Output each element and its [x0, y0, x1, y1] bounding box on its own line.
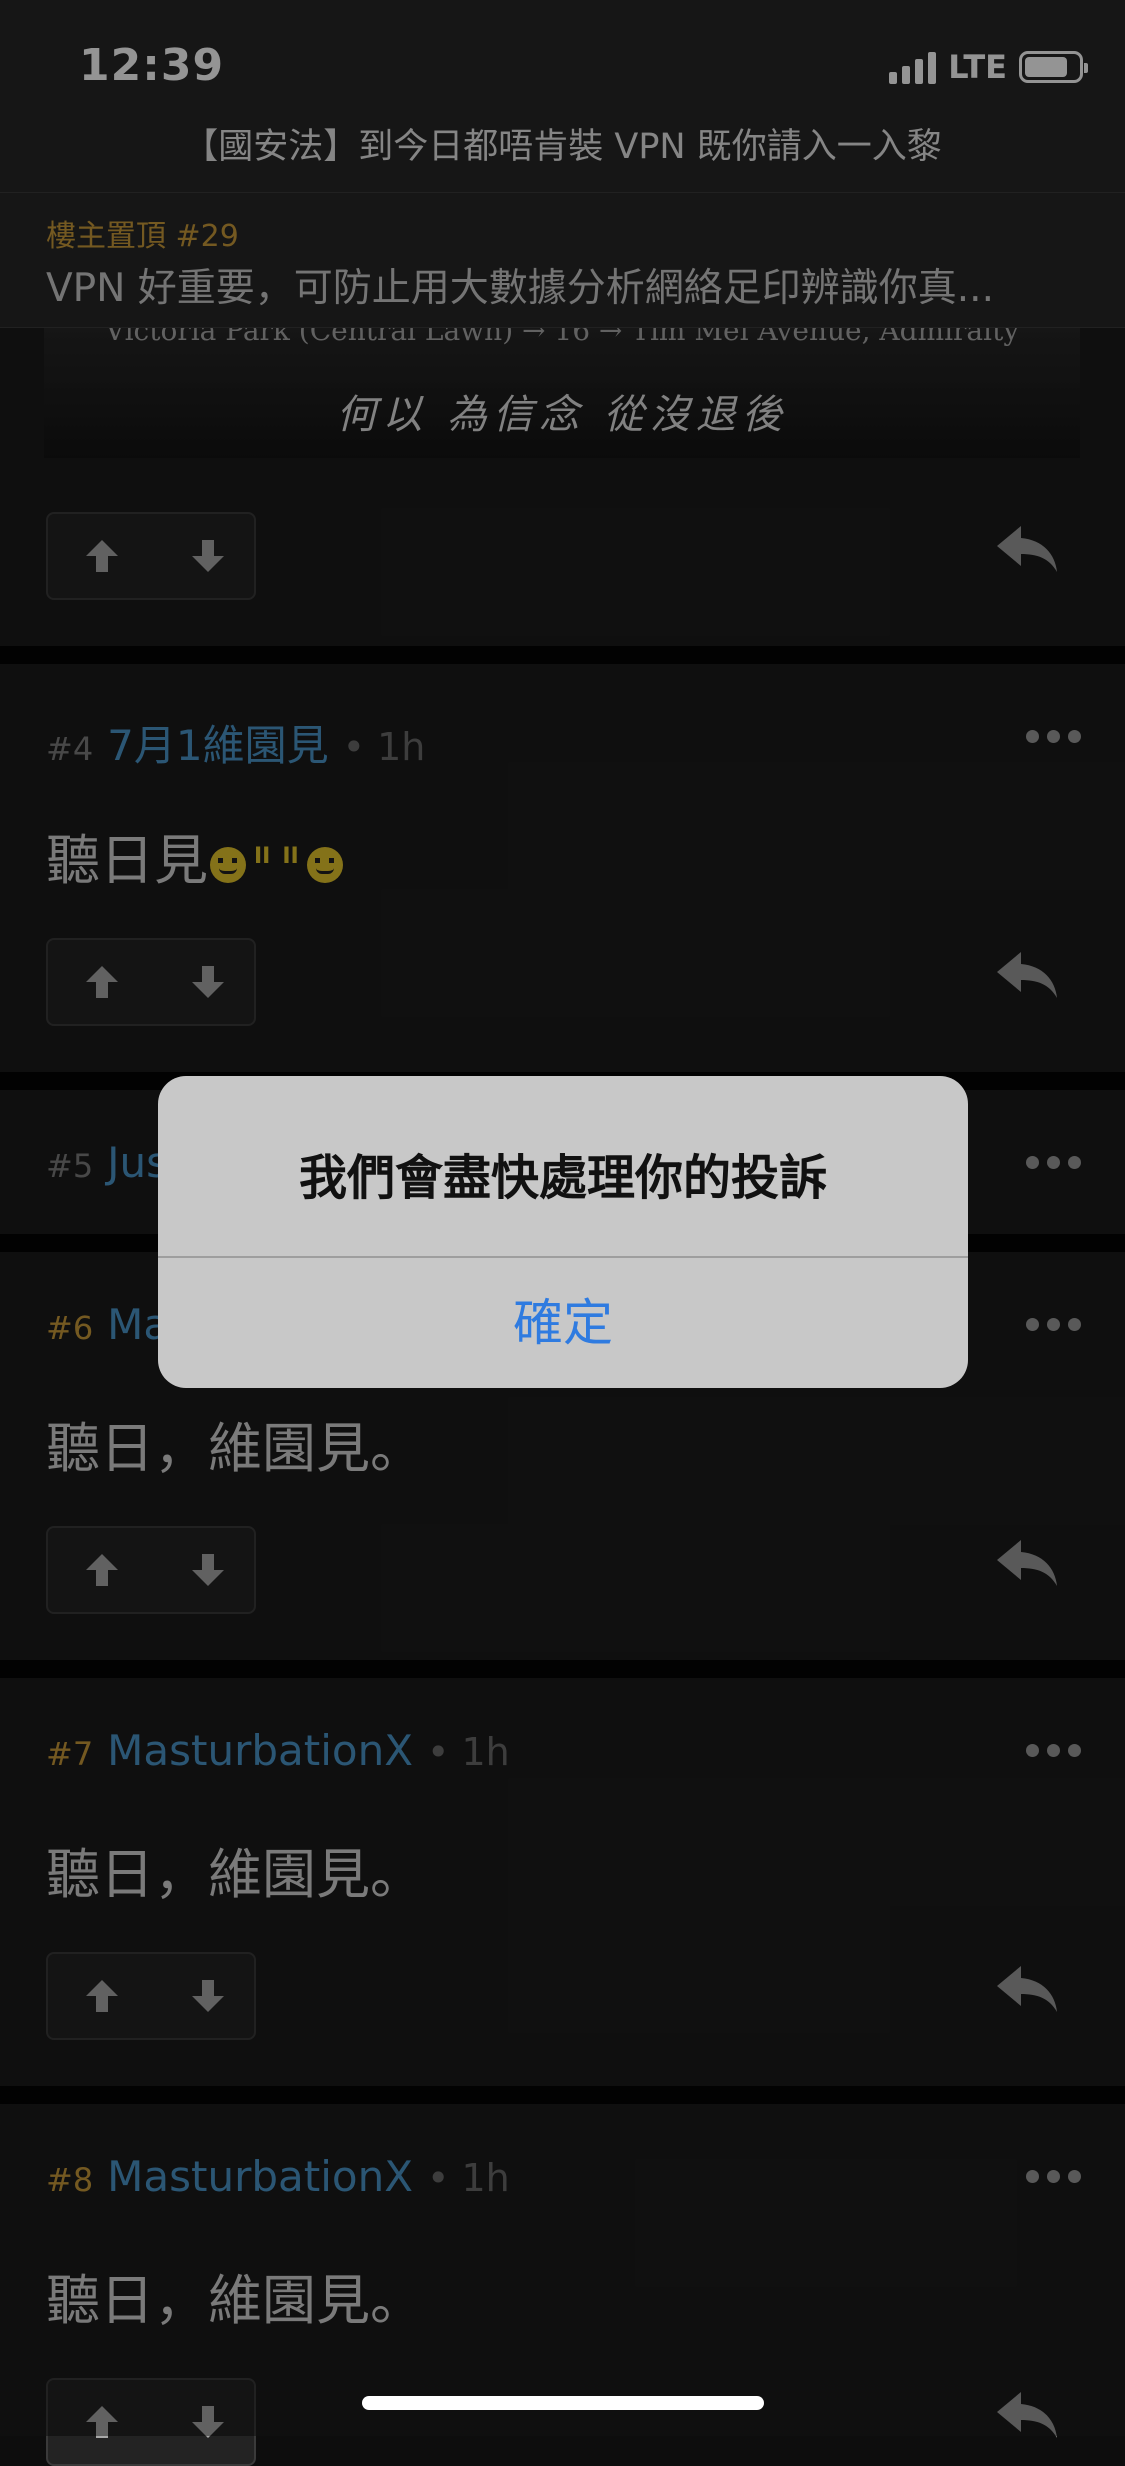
alert-dialog: 我們會盡快處理你的投訴 確定: [158, 1076, 968, 1388]
confirm-button[interactable]: 確定: [158, 1258, 968, 1388]
alert-message: 我們會盡快處理你的投訴: [298, 1150, 827, 1206]
home-indicator[interactable]: [362, 2396, 764, 2410]
